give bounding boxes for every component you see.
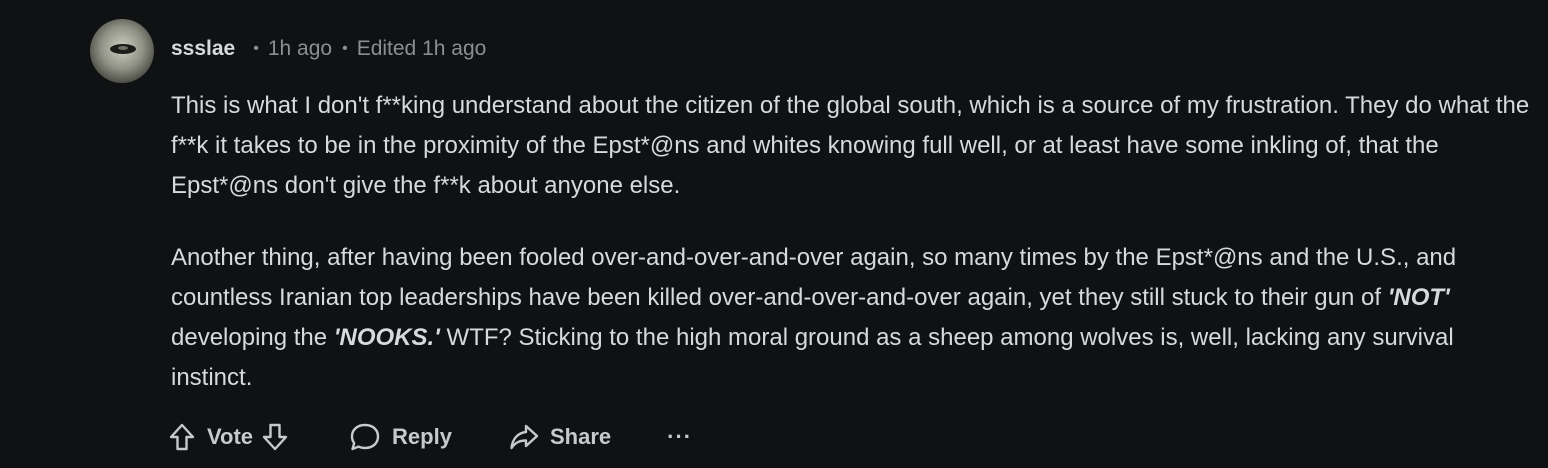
more-options-button[interactable]: ··· xyxy=(667,424,692,450)
reply-label: Reply xyxy=(392,424,452,449)
arrow-down-icon[interactable] xyxy=(261,422,289,452)
paragraph-text: Another thing, after having been fooled … xyxy=(171,244,1457,311)
avatar-image xyxy=(90,19,154,83)
paragraph-text: This is what I don't f**king understand … xyxy=(171,92,1530,199)
share-button[interactable]: Share xyxy=(508,422,611,452)
comment-paragraph: Another thing, after having been fooled … xyxy=(171,238,1541,398)
timestamp[interactable]: 1h ago xyxy=(268,37,332,61)
separator-dot: • xyxy=(342,40,348,57)
separator-dot: • xyxy=(253,40,259,57)
arrow-up-icon[interactable] xyxy=(168,422,196,452)
vote-group: Vote xyxy=(168,422,289,452)
vote-label: Vote xyxy=(207,424,254,449)
emphasis-text: 'NOOKS.' xyxy=(333,324,440,351)
comment-paragraph: This is what I don't f**king understand … xyxy=(171,86,1541,206)
username[interactable]: ssslae xyxy=(171,37,235,61)
comment-body: This is what I don't f**king understand … xyxy=(171,86,1541,398)
comment-actions: Vote Reply Share ··· xyxy=(168,415,692,459)
edited-label: Edited 1h ago xyxy=(356,37,487,60)
speech-bubble-icon xyxy=(349,422,381,452)
share-label: Share xyxy=(549,424,612,449)
comment: ssslae • 1h ago • Edited 1h ago This is … xyxy=(0,0,1548,468)
comment-meta: ssslae • 1h ago • Edited 1h ago xyxy=(171,34,486,64)
emphasis-text: 'NOT' xyxy=(1387,284,1450,311)
reply-button[interactable]: Reply xyxy=(349,422,452,452)
share-arrow-icon xyxy=(508,422,540,452)
paragraph-text: developing the xyxy=(171,324,334,351)
ellipsis-icon: ··· xyxy=(667,424,693,449)
avatar[interactable] xyxy=(90,19,154,83)
